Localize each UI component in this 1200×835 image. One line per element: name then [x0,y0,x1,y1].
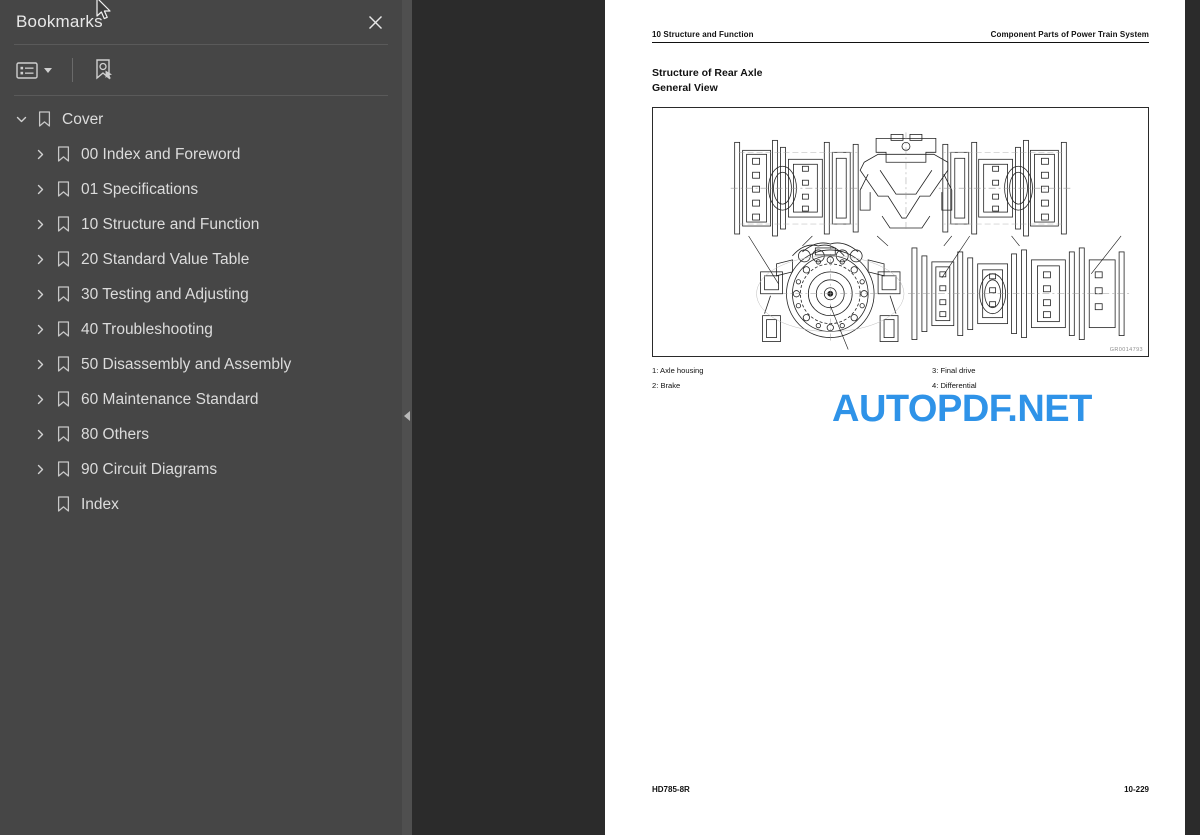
chevron-right-icon[interactable] [29,144,51,166]
pdf-viewer[interactable]: 10 Structure and Function Component Part… [412,0,1200,835]
legend-item: 1: Axle housing [652,366,704,375]
add-bookmark-button[interactable] [91,55,117,85]
page-title-line2: General View [652,81,718,94]
bookmark-pointer-icon [96,59,112,80]
page-title-line1: Structure of Rear Axle [652,67,763,79]
collapse-left-arrow-icon [404,411,410,421]
chevron-right-icon[interactable] [29,214,51,236]
bookmarks-panel: Bookmarks Cover 00 Index and Foreword 01… [0,0,402,835]
header-right-text: Component Parts of Power Train System [990,30,1149,39]
panel-title: Bookmarks [16,12,103,31]
bookmark-item-label: 10 Structure and Function [81,215,260,233]
bookmark-icon [51,391,75,408]
header-left-text: 10 Structure and Function [652,30,754,39]
bookmark-item[interactable]: 20 Standard Value Table [0,242,402,277]
bookmark-item[interactable]: 30 Testing and Adjusting [0,277,402,312]
chevron-right-icon[interactable] [29,249,51,271]
collapse-sidebar-button[interactable] [402,405,412,427]
bookmark-item-label: 50 Disassembly and Assembly [81,355,292,373]
bookmark-item-label: 01 Specifications [81,180,199,198]
bookmark-item[interactable]: 50 Disassembly and Assembly [0,347,402,382]
page-content: 10 Structure and Function Component Part… [652,30,1149,808]
bookmark-icon [51,496,75,513]
legend-item: 3: Final drive [932,366,976,375]
bookmark-item[interactable]: 10 Structure and Function [0,207,402,242]
chevron-right-icon[interactable] [29,319,51,341]
toolbar-separator [72,58,73,82]
bookmark-item-label: 00 Index and Foreword [81,145,241,163]
bookmarks-panel-header: Bookmarks [0,0,402,44]
bookmark-icon [51,146,75,163]
bookmark-icon [51,251,75,268]
figure-id-label: GR0014793 [1109,347,1143,353]
bookmark-item[interactable]: 90 Circuit Diagrams [0,452,402,487]
bookmark-item[interactable]: 40 Troubleshooting [0,312,402,347]
bookmark-icon [51,321,75,338]
list-options-icon [16,61,38,79]
figure-container: GR0014793 [652,107,1149,357]
chevron-right-icon[interactable] [29,424,51,446]
bookmark-item[interactable]: 00 Index and Foreword [0,137,402,172]
bookmark-options-button[interactable] [14,59,54,82]
document-page: 10 Structure and Function Component Part… [605,0,1185,835]
bookmark-item[interactable]: Index [0,487,402,522]
footer-model-label: HD785-8R [652,785,690,794]
bookmark-item-label: 30 Testing and Adjusting [81,285,249,303]
bookmark-icon [51,461,75,478]
bookmark-item[interactable]: 01 Specifications [0,172,402,207]
bookmark-item-label: 20 Standard Value Table [81,250,250,268]
legend-item: 4: Differential [932,381,977,390]
bookmarks-toolbar [0,45,402,95]
chevron-right-icon[interactable] [29,389,51,411]
bookmark-item-label: 60 Maintenance Standard [81,390,259,408]
bookmark-item-label: Index [81,495,119,513]
bookmark-icon [51,216,75,233]
bookmark-item-label: 80 Others [81,425,150,443]
chevron-down-icon[interactable] [10,109,32,131]
bookmark-item[interactable]: 60 Maintenance Standard [0,382,402,417]
rear-axle-technical-drawing [730,132,1130,350]
bookmark-item[interactable]: Cover [0,102,402,137]
chevron-right-icon[interactable] [29,354,51,376]
bookmark-tree: Cover 00 Index and Foreword 01 Specificati… [0,96,402,522]
chevron-down-icon [44,67,52,73]
page-footer: HD785-8R 10-229 [652,785,1149,794]
page-running-header: 10 Structure and Function Component Part… [652,30,1149,39]
chevron-right-icon[interactable] [29,284,51,306]
bookmark-item-label: 90 Circuit Diagrams [81,460,218,478]
bookmark-item-label: 40 Troubleshooting [81,320,213,338]
page-title: Structure of Rear Axle General View [652,66,1149,95]
close-icon [368,15,382,29]
footer-page-number: 10-229 [1124,785,1149,794]
bookmark-icon [51,286,75,303]
bookmark-icon [51,181,75,198]
bookmark-icon [51,356,75,373]
figure-legend: 1: Axle housing 3: Final drive 2: Brake … [652,366,1149,390]
chevron-right-icon[interactable] [29,179,51,201]
bookmark-item[interactable]: 80 Others [0,417,402,452]
bookmark-icon [51,426,75,443]
header-rule [652,42,1149,43]
bookmark-icon [32,111,56,128]
bookmark-item-label: Cover [62,110,104,128]
legend-item: 2: Brake [652,381,681,390]
chevron-right-icon[interactable] [29,459,51,481]
close-panel-button[interactable] [362,9,388,35]
